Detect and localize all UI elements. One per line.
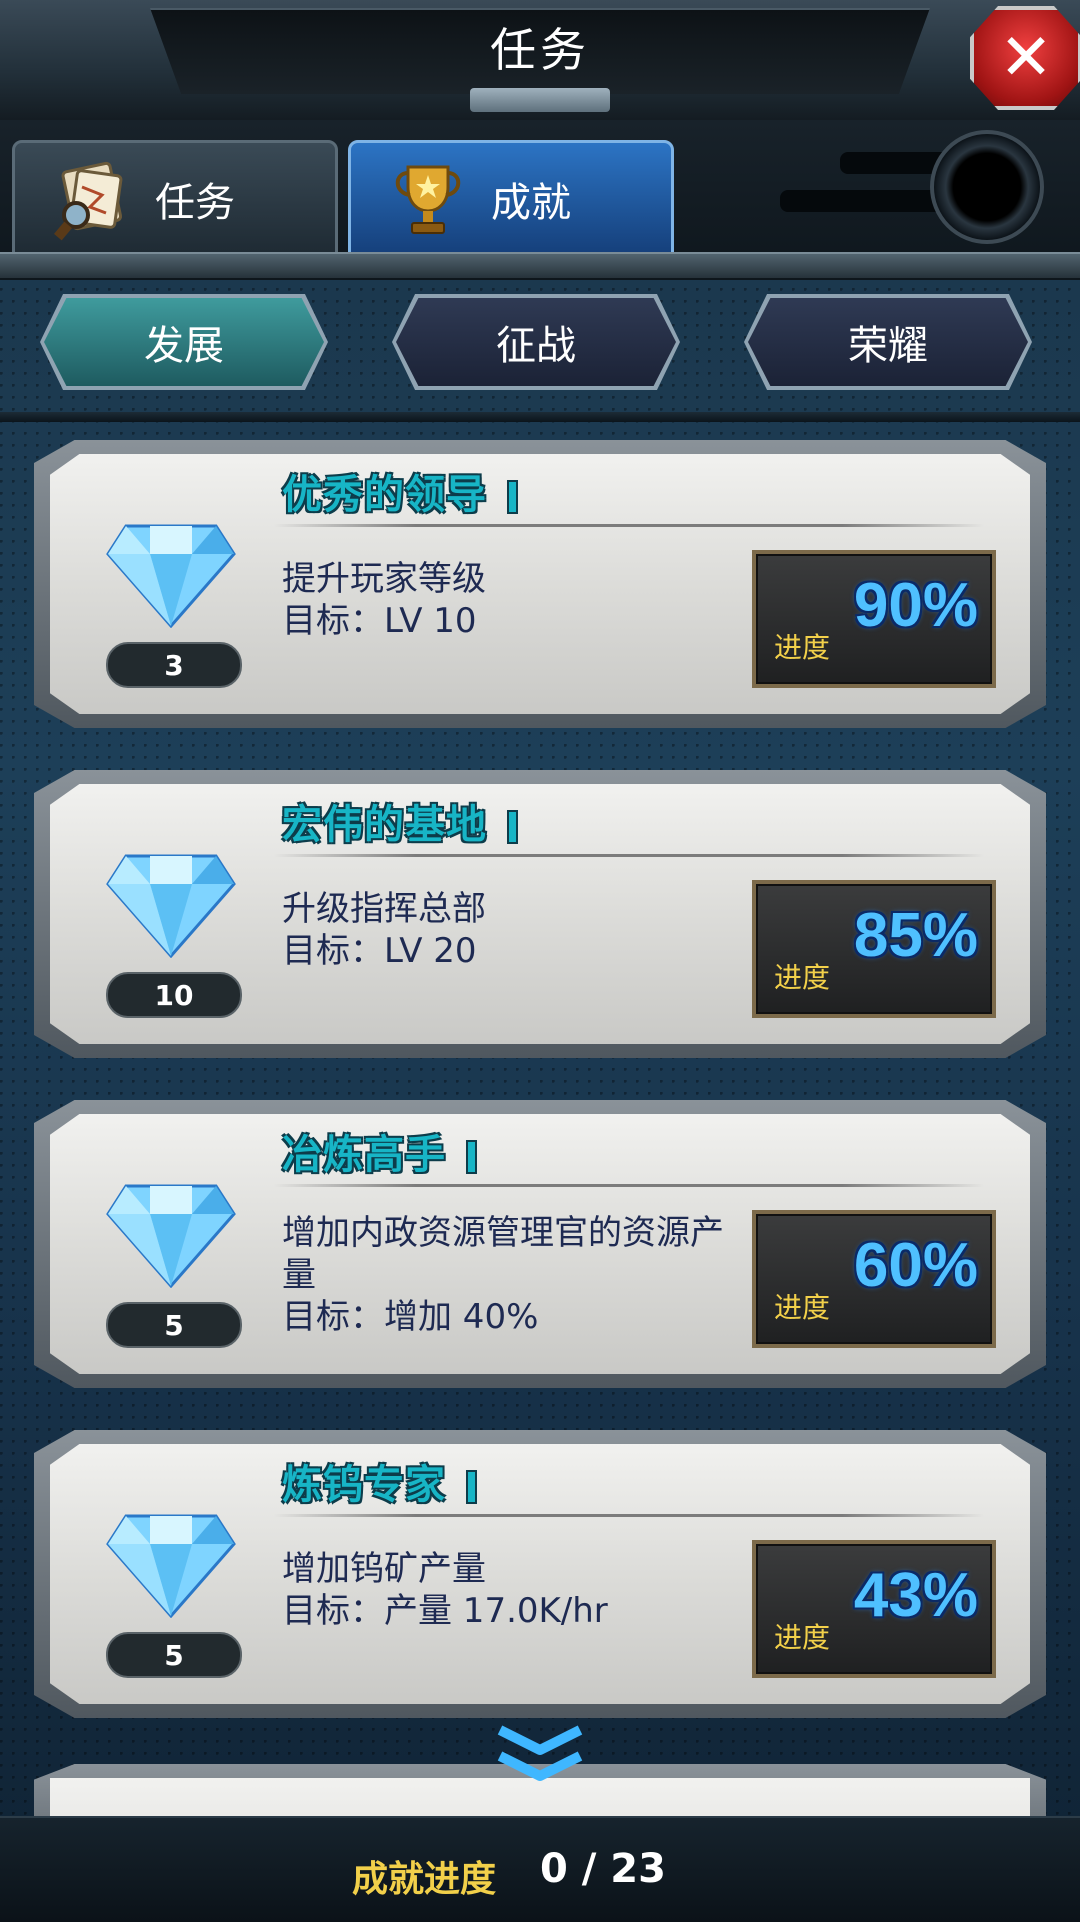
reward-count: 3 bbox=[106, 642, 242, 688]
scroll-down-chevron-icon[interactable] bbox=[494, 1724, 586, 1790]
achievement-card[interactable]: 冶炼高手 5 增加内政资源管理官的资源产量 目标：增加 40% 进度 60% bbox=[34, 1100, 1046, 1388]
achievement-card[interactable]: 炼钨专家 5 增加钨矿产量 目标：产量 17.0K/hr 进度 43% bbox=[34, 1430, 1046, 1718]
title-rule bbox=[274, 524, 984, 527]
diamond-icon bbox=[106, 1508, 236, 1619]
progress-value: 43% bbox=[853, 1561, 978, 1630]
decor-slot bbox=[780, 190, 950, 212]
tab-achievements[interactable]: 成就 bbox=[348, 140, 674, 258]
achievement-description: 增加钨矿产量 目标：产量 17.0K/hr bbox=[282, 1549, 608, 1631]
tab-tasks-label: 任务 bbox=[155, 180, 235, 226]
reward-count: 5 bbox=[106, 1632, 242, 1678]
achievement-progress-value: 0 / 23 bbox=[540, 1846, 666, 1892]
progress-value: 90% bbox=[853, 571, 978, 640]
scroll-map-icon bbox=[47, 154, 137, 244]
progress-label: 进度 bbox=[774, 1291, 831, 1324]
tab-tasks[interactable]: 任务 bbox=[12, 140, 338, 258]
achievement-title: 优秀的领导 bbox=[282, 462, 518, 520]
achievement-progress-label: 成就进度 bbox=[352, 1859, 497, 1900]
trophy-icon bbox=[383, 154, 473, 244]
progress-box: 进度 60% bbox=[752, 1210, 996, 1348]
achievement-description: 增加内政资源管理官的资源产量 目标：增加 40% bbox=[282, 1213, 724, 1337]
page-title: 任务 bbox=[490, 23, 590, 77]
roman-one-mark bbox=[466, 1470, 477, 1504]
progress-value: 60% bbox=[853, 1231, 978, 1300]
progress-label: 进度 bbox=[774, 961, 831, 994]
subtab-glory[interactable]: 荣耀 bbox=[748, 298, 1028, 386]
achievement-title: 炼钨专家 bbox=[282, 1452, 477, 1510]
achievement-title: 宏伟的基地 bbox=[282, 792, 518, 850]
diamond-icon bbox=[106, 848, 236, 959]
reward-count: 10 bbox=[106, 972, 242, 1018]
progress-box: 进度 85% bbox=[752, 880, 996, 1018]
close-button[interactable]: ✕ bbox=[970, 6, 1080, 110]
divider bbox=[0, 412, 1080, 422]
progress-box: 进度 90% bbox=[752, 550, 996, 688]
achievement-title: 冶炼高手 bbox=[282, 1122, 477, 1180]
achievement-description: 提升玩家等级 目标：LV 10 bbox=[282, 559, 486, 641]
roman-one-mark bbox=[466, 1140, 477, 1174]
tab-rail bbox=[0, 252, 1080, 278]
reward-count: 5 bbox=[106, 1302, 242, 1348]
progress-label: 进度 bbox=[774, 631, 831, 664]
title-rule bbox=[274, 1514, 984, 1517]
achievement-card[interactable]: 宏伟的基地 10 升级指挥总部 目标：LV 20 进度 85% bbox=[34, 770, 1046, 1058]
roman-one-mark bbox=[507, 810, 518, 844]
achievement-card[interactable]: 优秀的领导 3 提升玩家等级 目标：LV 10 进度 90% bbox=[34, 440, 1046, 728]
progress-label: 进度 bbox=[774, 1621, 831, 1654]
close-icon: ✕ bbox=[999, 21, 1053, 95]
tab-achievements-label: 成就 bbox=[491, 180, 571, 226]
progress-value: 85% bbox=[853, 901, 978, 970]
diamond-icon bbox=[106, 1178, 236, 1289]
title-rule bbox=[274, 854, 984, 857]
subtab-campaign[interactable]: 征战 bbox=[396, 298, 676, 386]
progress-box: 进度 43% bbox=[752, 1540, 996, 1678]
title-ornament bbox=[470, 88, 610, 112]
title-rule bbox=[274, 1184, 984, 1187]
subtab-development[interactable]: 发展 bbox=[44, 298, 324, 386]
decor-knob bbox=[930, 130, 1044, 244]
achievement-description: 升级指挥总部 目标：LV 20 bbox=[282, 889, 486, 971]
diamond-icon bbox=[106, 518, 236, 629]
roman-one-mark bbox=[507, 480, 518, 514]
